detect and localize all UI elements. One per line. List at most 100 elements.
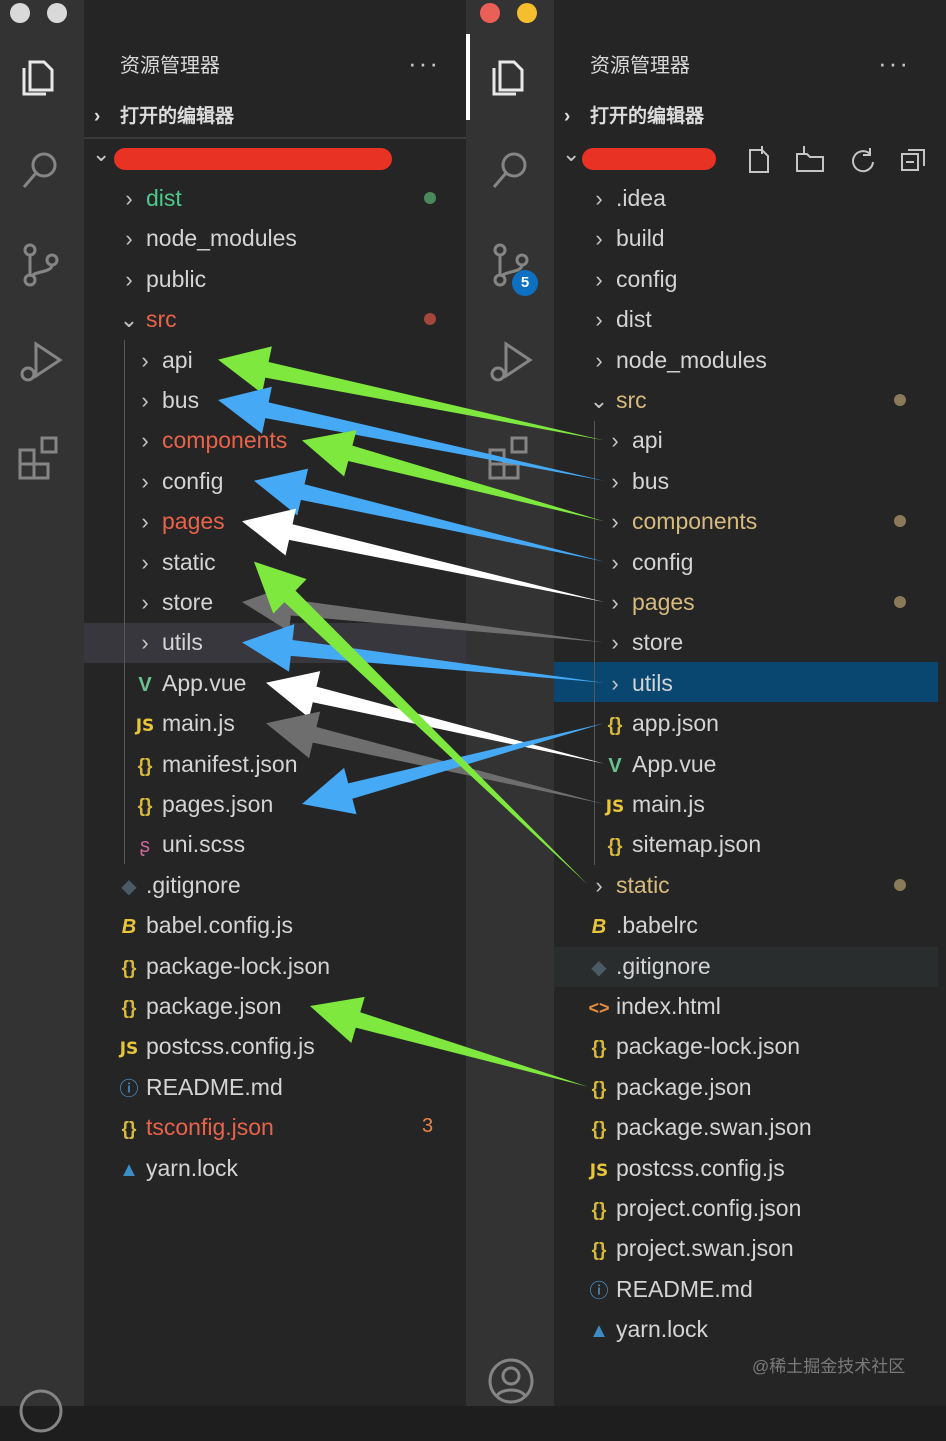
file-item[interactable]: ⓘ README.md [114, 1067, 282, 1107]
folder-item[interactable]: › pages [600, 582, 694, 622]
file-item[interactable]: ⓘ README.md [584, 1269, 752, 1309]
open-editors-section[interactable]: › 打开的编辑器 [94, 97, 234, 137]
item-label: package.json [616, 1073, 752, 1100]
file-item[interactable]: {} sitemap.json [600, 824, 762, 864]
search-icon[interactable] [486, 145, 536, 195]
folder-item[interactable]: › node_modules [114, 218, 297, 258]
folder-item[interactable]: › bus [600, 461, 669, 501]
redacted-root-name [114, 148, 392, 170]
folder-item[interactable]: › dist [114, 178, 181, 218]
file-item[interactable]: {} package-lock.json [584, 1026, 801, 1066]
file-item[interactable]: {} manifest.json [130, 744, 298, 784]
folder-item[interactable]: › config [600, 542, 693, 582]
file-item[interactable]: ▲ yarn.lock [114, 1148, 238, 1188]
file-item[interactable]: {} app.json [600, 703, 719, 743]
chevron-right-icon: › [595, 872, 603, 898]
accounts-icon[interactable] [486, 1356, 536, 1406]
item-label: project.config.json [616, 1195, 802, 1221]
item-label: App.vue [162, 669, 247, 696]
refresh-icon[interactable] [846, 144, 878, 176]
item-label: postcss.config.js [616, 1154, 785, 1181]
folder-item[interactable]: › utils [600, 663, 673, 703]
item-label: dist [616, 306, 652, 333]
file-item[interactable]: {} pages.json [130, 784, 274, 824]
workspace-root-folder[interactable]: ⌄ [84, 139, 466, 179]
item-label: postcss.config.js [146, 1033, 315, 1060]
open-editors-section[interactable]: › 打开的编辑器 [564, 97, 704, 137]
more-actions-icon[interactable]: ··· [408, 48, 440, 79]
file-item[interactable]: {} package-lock.json [114, 946, 331, 986]
folder-item[interactable]: › static [584, 865, 669, 905]
new-file-icon[interactable] [744, 144, 776, 176]
file-item[interactable]: {} package.json [584, 1067, 752, 1107]
file-item[interactable]: <> index.html [584, 986, 720, 1026]
folder-item[interactable]: › public [114, 259, 206, 299]
minimize-dot[interactable] [517, 3, 537, 23]
more-actions-icon[interactable]: ··· [878, 48, 910, 79]
file-item[interactable]: Bbabel.config.js [114, 905, 293, 945]
folder-item[interactable]: › bus [130, 380, 199, 420]
close-dot[interactable] [10, 3, 30, 23]
folder-item[interactable]: › api [130, 340, 192, 380]
folder-item[interactable]: › store [600, 622, 683, 662]
item-label: build [616, 225, 665, 252]
extensions-icon[interactable] [16, 432, 66, 482]
folder-item[interactable]: › build [584, 218, 665, 258]
file-item[interactable]: {} tsconfig.json [114, 1107, 274, 1147]
item-label: uni.scss [162, 831, 246, 858]
json-file-icon: {} [121, 998, 137, 1019]
explorer-icon[interactable] [16, 52, 66, 102]
folder-item[interactable]: › config [584, 259, 677, 299]
file-item[interactable]: JS main.js [130, 703, 235, 743]
folder-item[interactable]: › store [130, 582, 213, 622]
folder-item[interactable]: › node_modules [584, 340, 767, 380]
file-item[interactable]: JS main.js [600, 784, 705, 824]
run-debug-icon[interactable] [486, 336, 536, 386]
source-control-icon[interactable] [16, 240, 66, 290]
open-editors-label: 打开的编辑器 [590, 106, 705, 127]
file-item[interactable]: B .babelrc [584, 905, 698, 945]
file-item[interactable]: ʂ uni.scss [130, 824, 245, 864]
folder-item[interactable]: › dist [584, 299, 652, 339]
json-file-icon: {} [137, 796, 153, 817]
item-label: tsconfig.json [146, 1114, 274, 1141]
folder-item[interactable]: › api [600, 420, 662, 460]
folder-item[interactable]: › static [130, 542, 215, 582]
json-file-icon: {} [137, 755, 153, 777]
file-item[interactable]: V App.vue [600, 744, 716, 784]
file-item[interactable]: ▲ yarn.lock [584, 1309, 708, 1349]
run-debug-icon[interactable] [16, 336, 66, 386]
folder-item[interactable]: › components [600, 501, 757, 541]
folder-item[interactable]: › components [130, 420, 287, 460]
folder-item[interactable]: › .idea [584, 178, 666, 218]
babel-file-icon: B [121, 916, 137, 939]
folder-item[interactable]: › config [130, 461, 223, 501]
extensions-icon[interactable] [486, 432, 536, 482]
file-item[interactable]: JS postcss.config.js [114, 1026, 315, 1066]
close-dot[interactable] [480, 3, 500, 23]
open-editors-label: 打开的编辑器 [120, 106, 235, 127]
file-item[interactable]: V App.vue [130, 663, 246, 703]
file-item[interactable]: JS postcss.config.js [584, 1148, 785, 1188]
folder-item[interactable]: › pages [130, 501, 224, 541]
collapse-all-icon[interactable] [898, 144, 930, 176]
item-label: public [146, 265, 207, 292]
folder-item[interactable]: ⌄ src [114, 299, 177, 339]
folder-item[interactable]: › utils [130, 622, 203, 662]
chevron-right-icon: › [595, 266, 603, 292]
search-icon[interactable] [16, 145, 66, 195]
folder-item[interactable]: ⌄ src [584, 380, 647, 420]
file-item[interactable]: ◆ .gitignore [584, 946, 710, 986]
accounts-icon[interactable] [16, 1386, 66, 1436]
file-item[interactable]: {} project.config.json [584, 1188, 802, 1228]
file-item[interactable]: {} package.swan.json [584, 1107, 812, 1147]
file-item[interactable]: {} project.swan.json [584, 1228, 794, 1268]
file-item[interactable]: ◆ .gitignore [114, 865, 240, 905]
file-item[interactable]: {} package.json [114, 986, 282, 1026]
item-label: utils [162, 629, 203, 656]
new-folder-icon[interactable] [794, 144, 826, 176]
chevron-right-icon: › [125, 266, 133, 292]
chevron-right-icon: › [611, 509, 619, 535]
explorer-icon[interactable] [486, 52, 536, 102]
minimize-dot[interactable] [47, 3, 67, 23]
